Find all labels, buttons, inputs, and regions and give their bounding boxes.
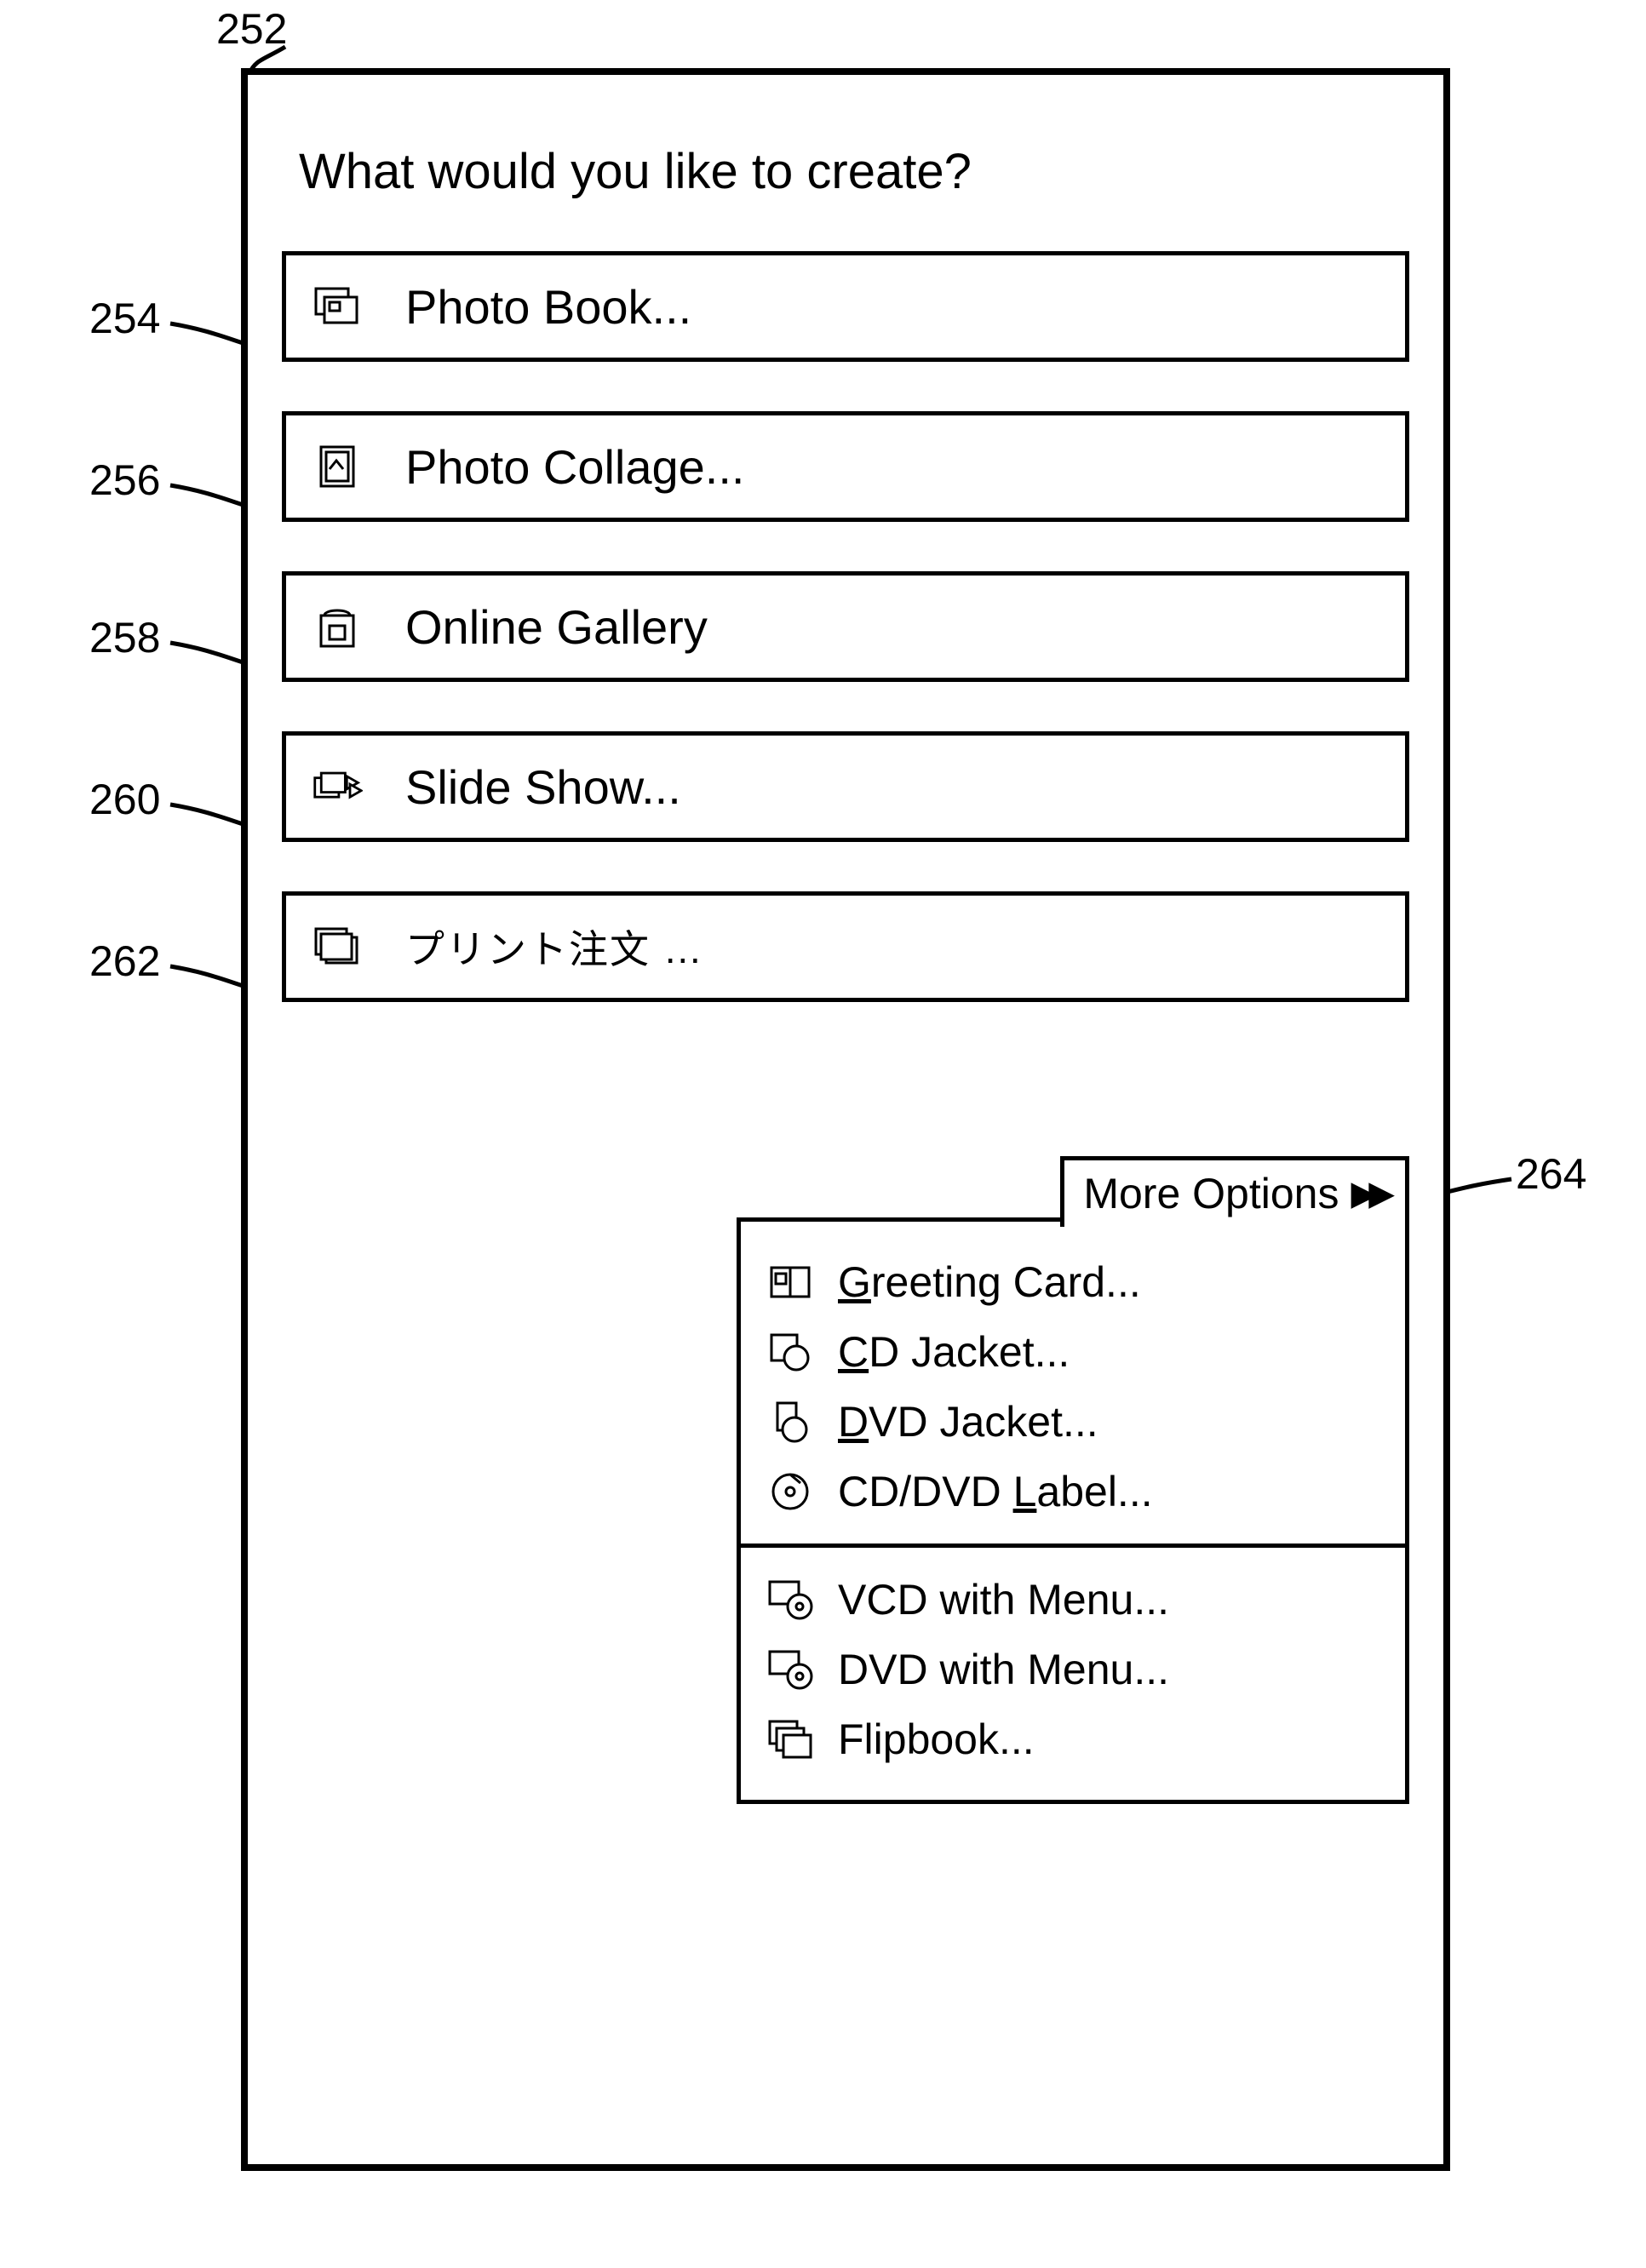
create-panel: What would you like to create? Photo Boo…	[241, 68, 1450, 2171]
more-options-label: More Options	[1083, 1169, 1339, 1218]
print-order-button[interactable]: プリント注文 …	[282, 891, 1409, 1002]
vcd-with-menu-label: VCD with Menu...	[838, 1575, 1169, 1624]
cd-jacket-label: CD Jacket...	[838, 1327, 1070, 1377]
greeting-card-label: Greeting Card...	[838, 1257, 1141, 1307]
dvd-with-menu-label: DVD with Menu...	[838, 1645, 1169, 1694]
flipbook-item[interactable]: Flipbook...	[766, 1704, 1379, 1774]
vcd-with-menu-item[interactable]: VCD with Menu...	[766, 1565, 1379, 1635]
slide-show-button[interactable]: Slide Show...	[282, 731, 1409, 842]
online-gallery-button[interactable]: Online Gallery	[282, 571, 1409, 682]
slide-show-label: Slide Show...	[405, 759, 681, 815]
photo-collage-icon	[312, 441, 363, 492]
menu-separator	[741, 1544, 1405, 1548]
panel-heading: What would you like to create?	[299, 143, 1409, 200]
dvd-jacket-item[interactable]: DVD Jacket...	[766, 1387, 1379, 1457]
print-order-label: プリント注文 …	[405, 919, 704, 975]
cd-jacket-icon	[766, 1328, 814, 1376]
more-options-menu: Greeting Card... CD Jacket... DVD Jacket…	[737, 1217, 1409, 1804]
flipbook-label: Flipbook...	[838, 1715, 1035, 1764]
print-order-icon	[312, 921, 363, 972]
photo-collage-button[interactable]: Photo Collage...	[282, 411, 1409, 522]
vcd-with-menu-icon	[766, 1576, 814, 1624]
photo-book-icon	[312, 281, 363, 332]
slide-show-icon	[312, 761, 363, 812]
dvd-jacket-icon	[766, 1398, 814, 1446]
more-options-button[interactable]: More Options ▶▶	[1060, 1156, 1409, 1227]
online-gallery-label: Online Gallery	[405, 599, 708, 655]
flipbook-icon	[766, 1715, 814, 1763]
photo-book-button[interactable]: Photo Book...	[282, 251, 1409, 362]
cd-dvd-label-label: CD/DVD Label...	[838, 1467, 1153, 1516]
photo-collage-label: Photo Collage...	[405, 439, 744, 495]
cd-jacket-item[interactable]: CD Jacket...	[766, 1317, 1379, 1387]
cd-dvd-label-icon	[766, 1468, 814, 1515]
dvd-with-menu-item[interactable]: DVD with Menu...	[766, 1635, 1379, 1704]
more-options-arrows-icon: ▶▶	[1351, 1174, 1386, 1213]
photo-book-label: Photo Book...	[405, 279, 691, 335]
online-gallery-icon	[312, 601, 363, 652]
greeting-card-icon	[766, 1258, 814, 1306]
cd-dvd-label-item[interactable]: CD/DVD Label...	[766, 1457, 1379, 1526]
greeting-card-item[interactable]: Greeting Card...	[766, 1247, 1379, 1317]
dvd-with-menu-icon	[766, 1646, 814, 1693]
dvd-jacket-label: DVD Jacket...	[838, 1397, 1098, 1446]
